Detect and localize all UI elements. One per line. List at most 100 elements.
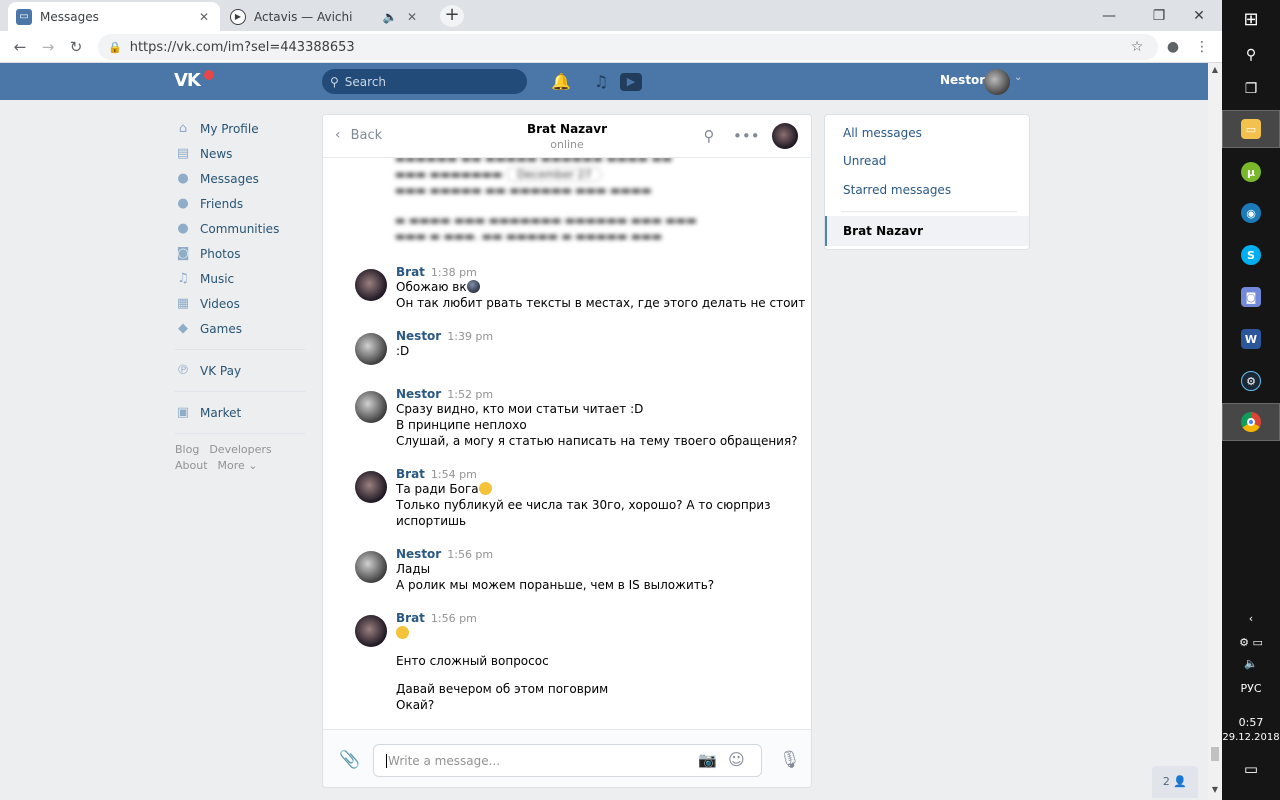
close-tab-icon[interactable]: ✕ <box>404 10 420 24</box>
video-icon[interactable]: ▶ <box>620 73 642 91</box>
new-tab-button[interactable]: + <box>440 5 464 27</box>
notifications-icon[interactable]: ▭ <box>1222 760 1280 778</box>
skype-icon[interactable]: S <box>1222 236 1280 274</box>
avatar[interactable] <box>984 69 1010 95</box>
market-bag-icon: ▣ <box>176 404 190 420</box>
peer-avatar[interactable] <box>772 123 798 149</box>
reload-icon[interactable]: ↻ <box>64 35 88 59</box>
close-tab-icon[interactable]: ✕ <box>196 10 212 24</box>
avatar[interactable] <box>355 471 387 503</box>
search-icon[interactable]: ⚲ <box>699 126 719 146</box>
avatar[interactable] <box>355 333 387 365</box>
footer-about-link[interactable]: About <box>175 459 208 472</box>
sidebar-item-news[interactable]: ▤ News <box>175 141 310 166</box>
message-time: 1:56 pm <box>447 548 494 561</box>
clock-date[interactable]: 29.12.2018 <box>1222 732 1280 743</box>
scroll-down-icon[interactable]: ▼ <box>1208 785 1222 794</box>
sidebar-item-friends[interactable]: ● Friends <box>175 191 310 216</box>
sidebar-item-messages[interactable]: ● Messages <box>175 166 310 191</box>
footer-developers-link[interactable]: Developers <box>209 443 271 456</box>
message-author[interactable]: Brat <box>396 265 425 279</box>
message-time: 1:39 pm <box>447 330 494 343</box>
message-text: Только публикуй ее числа так 30го, хорош… <box>396 498 771 512</box>
close-window-button[interactable]: ✕ <box>1176 0 1222 31</box>
message-author[interactable]: Brat <box>396 467 425 481</box>
youtube-play-icon: ▶ <box>230 8 246 25</box>
message-text: В принципе неплохо <box>396 418 527 432</box>
menu-all-messages[interactable]: All messages <box>843 126 922 140</box>
music-icon[interactable]: ♫ <box>590 71 612 93</box>
search-icon[interactable]: ⚲ <box>1222 36 1280 74</box>
tab-actavis[interactable]: ▶ Actavis — Avichi 🔈 ✕ <box>222 2 428 31</box>
communities-icon: ● <box>177 220 189 236</box>
message-group: Nestor 1:52 pm Сразу видно, кто мои стать… <box>323 387 811 449</box>
task-view-icon[interactable]: ❐ <box>1222 70 1280 108</box>
message-author[interactable]: Nestor <box>396 329 441 343</box>
sidebar-item-market[interactable]: ▣ Market <box>175 400 310 425</box>
sidebar-item-photos[interactable]: ◙ Photos <box>175 241 310 266</box>
microphone-icon[interactable]: 🎙 <box>779 750 801 770</box>
tab-title: Actavis — Avichi <box>254 9 353 24</box>
menu-unread[interactable]: Unread <box>843 154 886 168</box>
menu-icon[interactable]: ⋮ <box>1190 35 1214 59</box>
page-scrollbar[interactable]: ▲ ▼ <box>1208 63 1222 800</box>
bookmark-star-icon[interactable]: ☆ <box>1125 35 1149 59</box>
footer-more-link[interactable]: More ⌄ <box>218 459 258 472</box>
avatar[interactable] <box>355 551 387 583</box>
search-input[interactable]: ⚲ Search <box>322 69 527 94</box>
avatar[interactable] <box>355 269 387 301</box>
address-bar[interactable]: 🔒 https://vk.com/im?sel=443388653 <box>98 34 1158 60</box>
more-icon[interactable]: ••• <box>733 126 760 146</box>
account-icon[interactable]: ● <box>1161 35 1185 59</box>
vk-logo[interactable]: VK <box>174 70 214 94</box>
message-placeholder: Write a message... <box>388 753 501 768</box>
tab-messages[interactable]: ▭ Messages ✕ <box>8 2 220 31</box>
steam-tray-icon[interactable]: ⚙ ▭ <box>1222 636 1280 649</box>
user-name[interactable]: Nestor <box>940 73 985 87</box>
steam-icon[interactable]: ⚙ <box>1222 362 1280 400</box>
tray-chevron-up-icon[interactable]: ‹ <box>1222 612 1280 625</box>
film-icon: ▦ <box>176 295 190 311</box>
message-time: 1:52 pm <box>447 388 494 401</box>
scrollbar-thumb[interactable] <box>1211 747 1219 761</box>
nav-divider <box>175 391 305 392</box>
app-icon[interactable]: ◉ <box>1222 194 1280 232</box>
forward-arrow-icon[interactable]: → <box>36 35 60 59</box>
minimize-button[interactable]: — <box>1086 0 1132 31</box>
camera-icon[interactable]: 📷 <box>698 751 717 769</box>
speaker-icon[interactable]: 🔈 <box>382 10 398 24</box>
sidebar-item-music[interactable]: ♫ Music <box>175 266 310 291</box>
clock-time[interactable]: 0:57 <box>1222 716 1280 729</box>
volume-icon[interactable]: 🔈 <box>1222 657 1280 670</box>
utorrent-icon[interactable]: µ <box>1222 153 1280 191</box>
sidebar-item-games[interactable]: ◆ Games <box>175 316 310 341</box>
paperclip-icon[interactable]: 📎 <box>339 750 360 770</box>
thinking-emoji-icon <box>396 626 409 639</box>
scroll-up-icon[interactable]: ▲ <box>1208 65 1222 74</box>
smiley-icon[interactable]: ☺ <box>728 750 745 769</box>
footer-blog-link[interactable]: Blog <box>175 443 199 456</box>
back-arrow-icon[interactable]: ← <box>8 35 32 59</box>
friends-online-button[interactable]: 2 👤 <box>1152 766 1198 798</box>
avatar[interactable] <box>355 615 387 647</box>
word-icon[interactable]: W <box>1222 320 1280 358</box>
file-explorer-icon[interactable]: ▭ <box>1222 110 1280 148</box>
windows-start-icon[interactable]: ⊞ <box>1222 0 1280 38</box>
discord-icon[interactable]: ◙ <box>1222 278 1280 316</box>
avatar[interactable] <box>355 391 387 423</box>
sidebar-item-vkpay[interactable]: ℗ VK Pay <box>175 358 310 383</box>
chevron-down-icon[interactable]: ⌄ <box>1014 72 1022 83</box>
menu-starred[interactable]: Starred messages <box>843 183 951 197</box>
message-author[interactable]: Nestor <box>396 547 441 561</box>
chrome-icon[interactable] <box>1222 403 1280 441</box>
message-author[interactable]: Nestor <box>396 387 441 401</box>
bell-icon[interactable]: 🔔 <box>550 71 572 93</box>
tab-title: Messages <box>40 9 99 24</box>
url-text: https://vk.com/im?sel=443388653 <box>129 39 355 55</box>
sidebar-item-videos[interactable]: ▦ Videos <box>175 291 310 316</box>
sidebar-item-communities[interactable]: ● Communities <box>175 216 310 241</box>
language-indicator[interactable]: РУС <box>1222 682 1280 695</box>
message-author[interactable]: Brat <box>396 611 425 625</box>
sidebar-item-my-profile[interactable]: ⌂ My Profile <box>175 116 310 141</box>
menu-selected-conversation[interactable]: Brat Nazavr <box>825 216 1029 246</box>
